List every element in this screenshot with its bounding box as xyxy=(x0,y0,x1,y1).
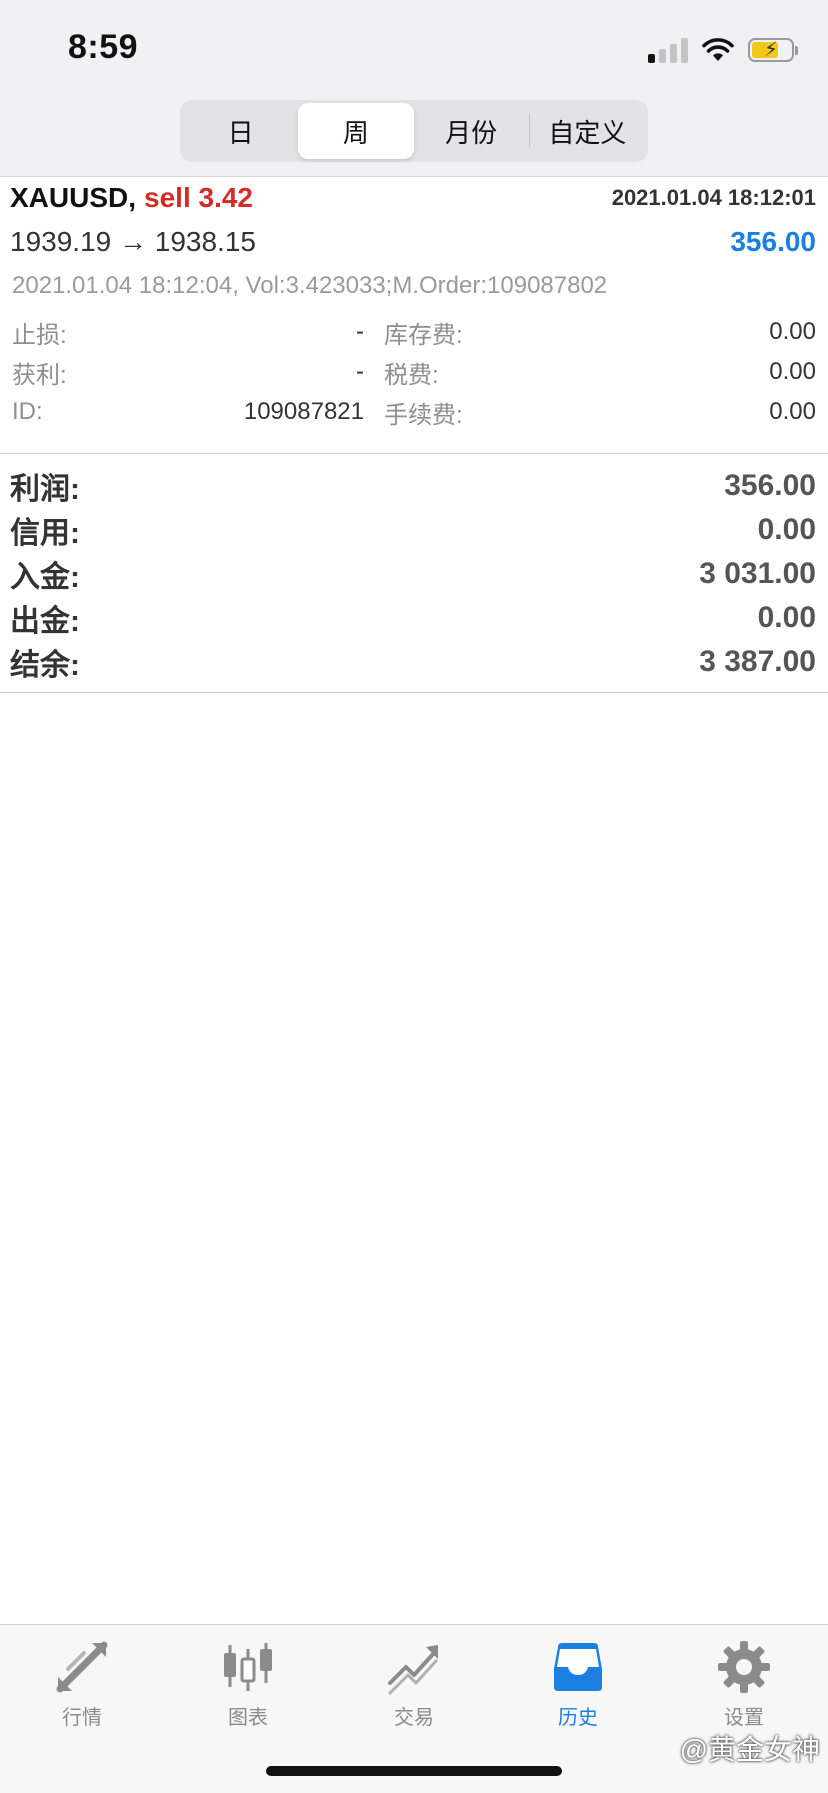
tab-history[interactable]: 历史 xyxy=(518,1639,638,1735)
summary-value: 3 031.00 xyxy=(699,557,816,590)
id-value: 109087821 xyxy=(243,398,364,425)
tab-label: 图表 xyxy=(228,1707,268,1729)
summary-row-credit: 信用: 0.00 xyxy=(10,508,816,552)
history-inbox-icon xyxy=(554,1643,602,1691)
commission-value: 0.00 xyxy=(769,398,816,425)
tab-settings[interactable]: 设置 xyxy=(684,1639,804,1735)
summary-label: 结余: xyxy=(10,649,80,682)
summary-row-balance: 结余: 3 387.00 xyxy=(10,640,816,684)
summary-row-deposit: 入金: 3 031.00 xyxy=(10,552,816,596)
period-tab-week[interactable]: 周 xyxy=(298,103,414,159)
swap-label: 库存费: xyxy=(384,321,463,349)
deal-time: 2021.01.04 18:12:01 xyxy=(611,185,816,210)
take-profit-label: 获利: xyxy=(12,361,67,389)
gear-icon xyxy=(718,1641,770,1693)
tab-label: 历史 xyxy=(558,1707,598,1729)
stop-loss-label: 止损: xyxy=(12,321,67,349)
tab-label: 设置 xyxy=(724,1707,764,1729)
summary-value: 0.00 xyxy=(757,513,816,546)
taxes-value: 0.00 xyxy=(769,358,816,385)
summary-label: 出金: xyxy=(10,605,80,638)
summary-row-profit: 利润: 356.00 xyxy=(10,464,816,508)
wifi-icon xyxy=(702,38,734,61)
period-tab-month[interactable]: 月份 xyxy=(414,103,529,159)
detail-row: 获利: - 税费: 0.00 xyxy=(12,352,816,392)
battery-icon: ⚡ xyxy=(748,38,798,62)
summary-value: 0.00 xyxy=(757,601,816,634)
watermark: @黄金女神 xyxy=(679,1734,820,1765)
summary-label: 信用: xyxy=(10,517,80,550)
account-summary: 利润: 356.00 信用: 0.00 入金: 3 031.00 出金: 0.0… xyxy=(0,454,828,693)
tab-label: 行情 xyxy=(62,1707,102,1729)
commission-label: 手续费: xyxy=(384,401,463,429)
id-label: ID: xyxy=(12,398,43,425)
deal-prices: 1939.19 → 1938.15 xyxy=(10,226,256,257)
candlestick-chart-icon xyxy=(224,1643,272,1691)
deal-details: 止损: - 库存费: 0.00 获利: - 税费: 0.00 ID: 10908… xyxy=(12,312,816,432)
deal-side-volume: sell 3.42 xyxy=(144,182,253,213)
deal-comment: 2021.01.04 18:12:04, Vol:3.423033;M.Orde… xyxy=(12,272,608,299)
taxes-label: 税费: xyxy=(384,361,439,389)
deal-entry[interactable]: XAUUSD, sell 3.42 2021.01.04 18:12:01 193… xyxy=(0,176,828,454)
detail-row: ID: 109087821 手续费: 0.00 xyxy=(12,392,816,432)
summary-value: 356.00 xyxy=(724,469,816,502)
tab-charts[interactable]: 图表 xyxy=(188,1639,308,1735)
cellular-signal-icon xyxy=(648,37,688,63)
summary-label: 利润: xyxy=(10,473,80,506)
status-time: 8:59 xyxy=(68,28,139,66)
top-header: 8:59 ⚡ 日 周 月份 自定义 xyxy=(0,0,828,177)
period-tab-day[interactable]: 日 xyxy=(183,103,298,159)
tab-quotes[interactable]: 行情 xyxy=(22,1639,142,1735)
period-tab-custom[interactable]: 自定义 xyxy=(530,103,645,159)
deal-symbol: XAUUSD, xyxy=(10,182,137,213)
quotes-arrows-icon xyxy=(56,1641,108,1693)
home-indicator[interactable] xyxy=(266,1766,562,1776)
tab-trade[interactable]: 交易 xyxy=(354,1639,474,1735)
summary-value: 3 387.00 xyxy=(699,645,816,678)
stop-loss-value: - xyxy=(356,318,364,345)
status-icons: ⚡ xyxy=(648,34,798,66)
summary-row-withdrawal: 出金: 0.00 xyxy=(10,596,816,640)
tab-label: 交易 xyxy=(394,1707,434,1729)
period-segmented-control: 日 周 月份 自定义 xyxy=(180,100,648,162)
detail-row: 止损: - 库存费: 0.00 xyxy=(12,312,816,352)
trade-trend-icon xyxy=(388,1645,438,1695)
summary-label: 入金: xyxy=(10,561,80,594)
deal-profit: 356.00 xyxy=(730,226,816,257)
swap-value: 0.00 xyxy=(769,318,816,345)
take-profit-value: - xyxy=(356,358,364,385)
